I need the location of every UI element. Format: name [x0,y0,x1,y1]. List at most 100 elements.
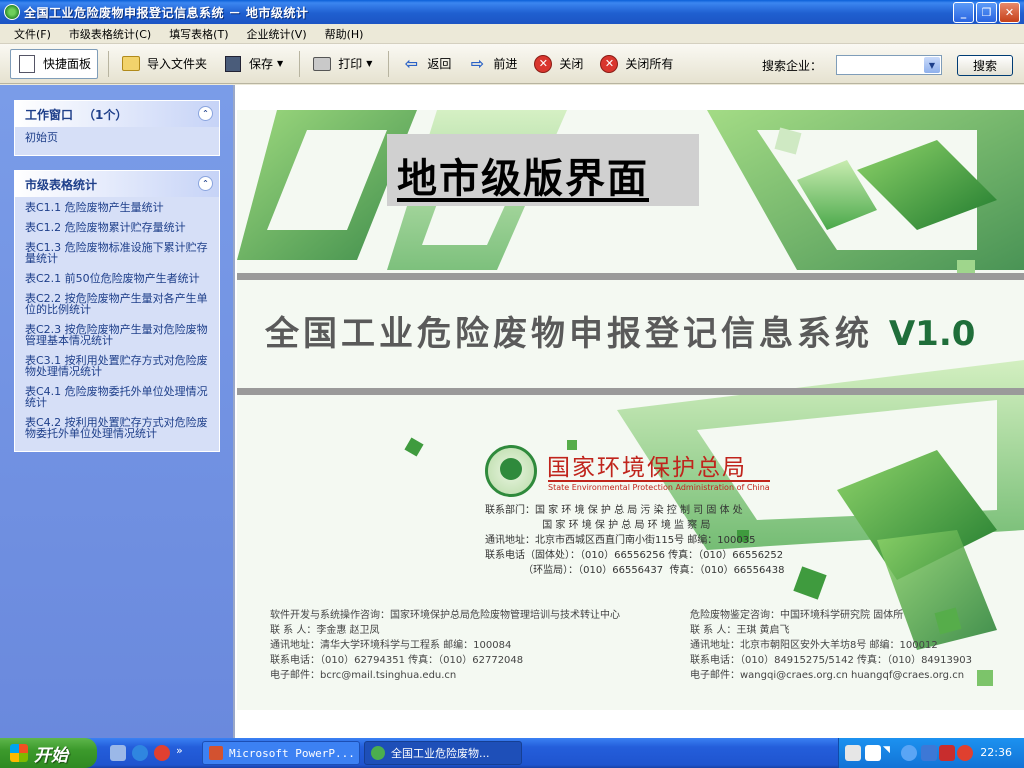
work-window-header[interactable]: 工作窗口 （1个） ⌃ [15,101,219,127]
taskbar: 开始 » Microsoft PowerP... 全国工业危险废物... ◥ 2… [0,738,1024,768]
identification-line: 危险废物鉴定咨询：中国环境科学研究院 固体所 [690,610,904,621]
powerpoint-icon [209,746,223,760]
close-icon: ✕ [533,54,553,74]
divider [237,388,1024,395]
sidebar-item-table-c2-3[interactable]: 表C2.3 按危险废物产生量对危险废物管理基本情况统计 [25,324,209,346]
close-tab-label: 关闭 [559,57,584,71]
developer-line: 联 系 人：李金惠 赵卫凤 [270,625,380,636]
system-title-text: 全国工业危险废物申报登记信息系统 [265,314,873,354]
close-all-icon: ✕ [599,54,619,74]
system-title: 全国工业危险废物申报登记信息系统 V1.0 [265,306,975,355]
forward-label: 前进 [493,57,518,71]
sidebar-item-table-c1-3[interactable]: 表C1.3 危险废物标准设施下累计贮存量统计 [25,242,209,264]
sidebar-item-table-c1-1[interactable]: 表C1.1 危险废物产生量统计 [25,202,209,213]
identification-line: 通讯地址：北京市朝阳区安外大羊坊8号 邮编：100012 [690,640,938,651]
print-label: 打印 [338,57,363,71]
search-button[interactable]: 搜索 [957,55,1013,76]
developer-line: 电子邮件：bcrc@mail.tsinghua.edu.cn [270,670,457,681]
sidebar-item-table-c2-1[interactable]: 表C2.1 前50位危险废物产生者统计 [25,273,209,284]
expand-icon[interactable]: » [176,744,192,760]
minimize-button[interactable]: _ [953,2,974,23]
sidebar: 工作窗口 （1个） ⌃ 初始页 市级表格统计 ⌃ 表C1.1 危险废物产生量统计… [0,85,233,738]
menu-bar: 文件(F) 市级表格统计(C) 填写表格(T) 企业统计(V) 帮助(H) [0,24,1024,44]
sidebar-item-table-c4-1[interactable]: 表C4.1 危险废物委托外单位处理情况统计 [25,386,209,408]
work-window-count: （1个） [83,107,128,122]
chevron-down-icon[interactable]: ▼ [924,57,940,73]
epa-seal-emblem [500,458,522,480]
city-stats-list: 表C1.1 危险废物产生量统计 表C1.2 危险废物累计贮存量统计 表C1.3 … [15,197,219,451]
help-icon[interactable] [865,745,881,761]
folder-icon [121,54,141,74]
keyboard-icon[interactable] [845,745,861,761]
title-bar[interactable]: 全国工业危险废物申报登记信息系统 － 地市级统计 _ ❐ ✕ [0,0,1024,24]
welcome-splash: 地市级版界面 全国工业危险废物申报登记信息系统 V1.0 国家环境保护总局 St… [237,110,1024,710]
developer-line: 软件开发与系统操作咨询：国家环境保护总局危险废物管理培训与技术转让中心 [270,610,620,621]
city-stats-title: 市级表格统计 [25,177,98,192]
taskbar-item-label: 全国工业危险废物... [391,747,490,760]
start-button[interactable]: 开始 [0,738,97,768]
developer-line: 通讯地址：清华大学环境科学与工程系 邮编：100084 [270,640,512,651]
taskbar-item-app[interactable]: 全国工业危险废物... [364,741,522,765]
back-button[interactable]: ⇦ 返回 [395,49,457,79]
version-title: 地市级版界面 [397,156,649,202]
enterprise-search-select[interactable]: ▼ [836,55,942,75]
city-stats-panel: 市级表格统计 ⌃ 表C1.1 危险废物产生量统计 表C1.2 危险废物累计贮存量… [14,170,220,452]
sidebar-item-home[interactable]: 初始页 [25,132,209,143]
epa-name-en: State Environmental Protection Administr… [548,480,770,492]
city-stats-header[interactable]: 市级表格统计 ⌃ [15,171,219,197]
close-tab-button[interactable]: ✕ 关闭 [527,49,589,79]
chevron-down-icon: ▼ [277,59,284,68]
save-icon [223,54,243,74]
identification-line: 电子邮件：wangqi@craes.org.cn huangqf@craes.o… [690,670,965,681]
epa-contact: 联系部门：国 家 环 境 保 护 总 局 污 染 控 制 司 固 体 处 国 家… [485,503,784,578]
restore-button[interactable]: ❐ [976,2,997,23]
app-logo-icon [4,4,20,20]
browser-icon[interactable] [154,745,170,761]
print-button[interactable]: 打印 ▼ [306,49,378,79]
identification-line: 联系电话：（010）84915275/5142 传真：（010）84913903 [690,655,972,666]
contact-line: （环监局）：（010）66556437 传真：（010）66556438 [485,565,785,576]
forward-button[interactable]: ⇨ 前进 [461,49,523,79]
desktop-icon[interactable] [110,745,126,761]
close-window-button[interactable]: ✕ [999,2,1020,23]
developer-info: 软件开发与系统操作咨询：国家环境保护总局危险废物管理培训与技术转让中心 联 系 … [270,608,620,683]
security-shield-icon[interactable] [939,745,955,761]
identification-info: 危险废物鉴定咨询：中国环境科学研究院 固体所 联 系 人：王琪 黄启飞 通讯地址… [690,608,972,683]
save-button[interactable]: 保存 ▼ [217,49,289,79]
menu-fill-forms[interactable]: 填写表格(T) [169,26,228,42]
sidebar-item-table-c1-2[interactable]: 表C1.2 危险废物累计贮存量统计 [25,222,209,233]
chevron-down-icon: ▼ [366,59,373,68]
contact-line: 联系电话（固体处）：（010）66556256 传真：（010）66556252 [485,550,784,561]
back-label: 返回 [427,57,452,71]
menu-city-stats[interactable]: 市级表格统计(C) [69,26,151,42]
printer-icon [312,54,332,74]
window-controls: _ ❐ ✕ [953,2,1020,23]
antivirus-icon[interactable] [957,745,973,761]
collapse-icon[interactable]: ⌃ [198,106,213,121]
taskbar-item-powerpoint[interactable]: Microsoft PowerP... [202,741,360,765]
shortcut-panel-label: 快捷面板 [43,57,92,71]
internet-explorer-icon[interactable] [132,745,148,761]
search-enterprise-label: 搜索企业： [762,59,823,73]
app-window: 全国工业危险废物申报登记信息系统 － 地市级统计 _ ❐ ✕ 文件(F) 市级表… [0,0,1024,768]
menu-file[interactable]: 文件(F) [14,26,51,42]
contact-line: 国 家 环 境 保 护 总 局 环 境 监 察 局 [485,520,711,531]
sidebar-item-table-c4-2[interactable]: 表C4.2 按利用处置贮存方式对危险废物委托外单位处理情况统计 [25,417,209,439]
contact-line: 联系部门：国 家 环 境 保 护 总 局 污 染 控 制 司 固 体 处 [485,505,743,516]
import-folder-button[interactable]: 导入文件夹 [115,49,213,79]
toolbar-divider [388,50,390,77]
sidebar-item-table-c3-1[interactable]: 表C3.1 按利用处置贮存方式对危险废物处理情况统计 [25,355,209,377]
collapse-icon[interactable]: ⌃ [198,176,213,191]
work-window-list: 初始页 [15,127,219,155]
import-folder-label: 导入文件夹 [147,57,208,71]
menu-help[interactable]: 帮助(H) [325,26,364,42]
menu-enterprise-stats[interactable]: 企业统计(V) [247,26,307,42]
toolbar-divider [108,50,110,77]
shortcut-panel-button[interactable]: 快捷面板 [10,48,99,79]
toolbar: 快捷面板 导入文件夹 保存 ▼ 打印 ▼ ⇦ 返回 ⇨ 前进 ✕ 关闭 ✕ 关闭… [0,44,1024,84]
chevron-left-icon[interactable] [901,745,917,761]
sidebar-item-table-c2-2[interactable]: 表C2.2 按危险废物产生量对各产生单位的比例统计 [25,293,209,315]
notification-icon[interactable]: ◥ [883,745,899,761]
close-all-button[interactable]: ✕ 关闭所有 [593,49,679,79]
network-shield-icon[interactable] [921,745,937,761]
